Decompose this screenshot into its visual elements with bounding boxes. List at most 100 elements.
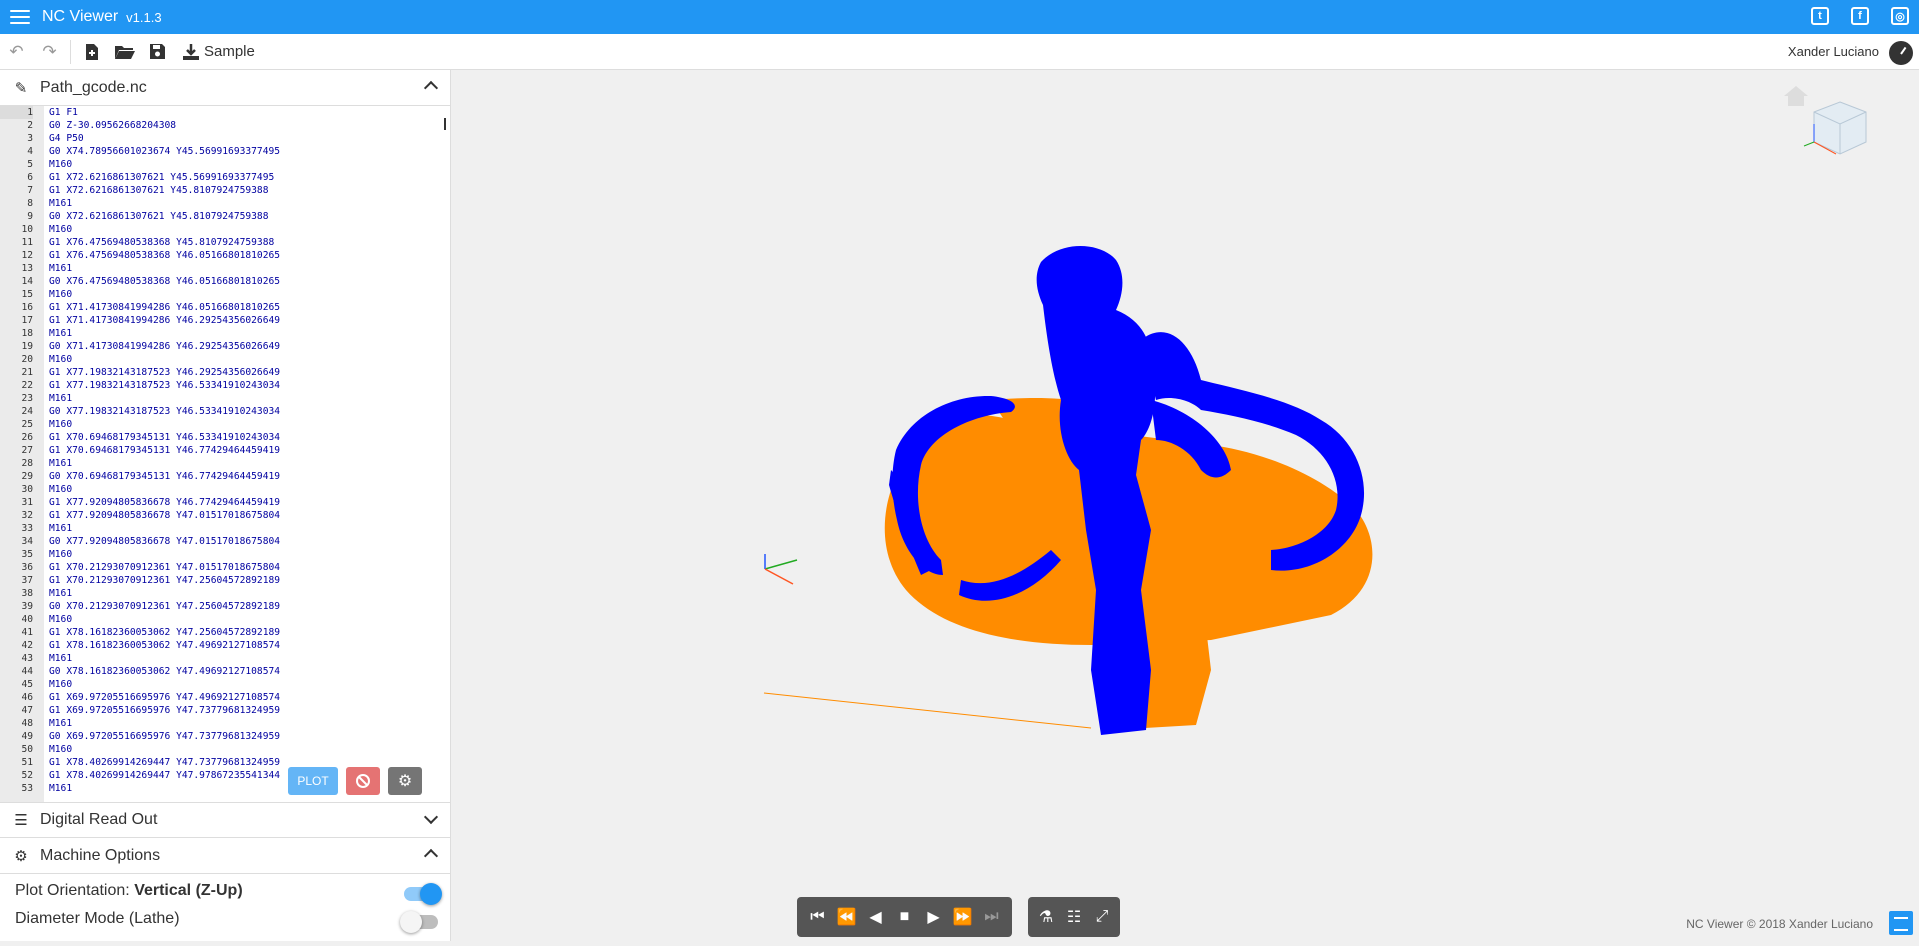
code-line[interactable]: 39 G0 X70.21293070912361 Y47.256045728921…	[0, 600, 450, 613]
code-line[interactable]: 53 M161	[0, 782, 450, 795]
code-line[interactable]: 21 G1 X77.19832143187523 Y46.292543560266…	[0, 366, 450, 379]
step-forward-icon[interactable]: ⏩	[950, 907, 976, 927]
code-line[interactable]: 32 G1 X77.92094805836678 Y47.015170186758…	[0, 509, 450, 522]
code-line[interactable]: 9 G0 X72.6216861307621 Y45.8107924759388	[0, 210, 450, 223]
code-line[interactable]: 15 M160	[0, 288, 450, 301]
code-line[interactable]: 45 M160	[0, 678, 450, 691]
fullscreen-icon[interactable]: ⤢	[1089, 908, 1115, 926]
code-text: M160	[49, 224, 73, 235]
code-line[interactable]: 22 G1 X77.19832143187523 Y46.533419102430…	[0, 379, 450, 392]
code-line[interactable]: 37 G1 X70.21293070912361 Y47.256045728921…	[0, 574, 450, 587]
stop-icon[interactable]: ■	[892, 908, 918, 926]
chevron-up-icon[interactable]	[424, 847, 436, 859]
code-line[interactable]: 28 M161	[0, 457, 450, 470]
twitter-icon[interactable]: t	[1811, 7, 1829, 25]
reverse-play-icon[interactable]: ◀	[863, 907, 889, 927]
line-number: 17	[21, 315, 33, 326]
code-line[interactable]: 19 G0 X71.41730841994286 Y46.292543560266…	[0, 340, 450, 353]
code-line[interactable]: 43 M161	[0, 652, 450, 665]
skip-to-start-icon[interactable]: ⏮	[805, 908, 831, 926]
view-cube[interactable]	[1800, 94, 1880, 174]
machine-options-header[interactable]: ⚙ Machine Options	[0, 838, 450, 874]
code-line[interactable]: 16 G1 X71.41730841994286 Y46.051668018102…	[0, 301, 450, 314]
chevron-up-icon[interactable]	[424, 79, 436, 91]
code-line[interactable]: 18 M161	[0, 327, 450, 340]
instagram-icon[interactable]: ◎	[1891, 7, 1909, 25]
user-name[interactable]: Xander Luciano	[1788, 44, 1879, 59]
redo-icon[interactable]: ↷	[33, 34, 66, 70]
code-editor[interactable]: 1 G1 F1 2 G0 Z-30.09562668204308 3 G4 P50 4 G0 …	[0, 106, 450, 802]
code-line[interactable]: 44 G0 X78.16182360053062 Y47.496921271085…	[0, 665, 450, 678]
plot-button[interactable]: PLOT	[288, 767, 338, 795]
code-line[interactable]: 30 M160	[0, 483, 450, 496]
scrollbar[interactable]	[444, 118, 446, 130]
code-line[interactable]: 40 M160	[0, 613, 450, 626]
app-header: NC Viewer v1.1.3 t f ◎	[0, 0, 1919, 34]
new-file-icon[interactable]	[75, 34, 108, 70]
code-line[interactable]: 25 M160	[0, 418, 450, 431]
clear-button[interactable]	[346, 767, 380, 795]
sliders-icon[interactable]: ☷	[1061, 907, 1087, 927]
code-line[interactable]: 36 G1 X70.21293070912361 Y47.015170186758…	[0, 561, 450, 574]
code-line[interactable]: 38 M161	[0, 587, 450, 600]
code-line[interactable]: 27 G1 X70.69468179345131 Y46.774294644594…	[0, 444, 450, 457]
line-number: 7	[27, 185, 33, 196]
flask-icon[interactable]: ⚗	[1033, 907, 1059, 927]
code-line[interactable]: 49 G0 X69.97205516695976 Y47.737796813249…	[0, 730, 450, 743]
corner-menu-icon[interactable]	[1889, 911, 1913, 935]
undo-icon[interactable]: ↶	[0, 34, 33, 70]
code-line[interactable]: 2 G0 Z-30.09562668204308	[0, 119, 450, 132]
code-line[interactable]: 35 M160	[0, 548, 450, 561]
code-line[interactable]: 10 M160	[0, 223, 450, 236]
code-line[interactable]: 33 M161	[0, 522, 450, 535]
skip-to-end-icon[interactable]: ⏭	[979, 908, 1005, 926]
code-line[interactable]: 48 M161	[0, 717, 450, 730]
chevron-down-icon[interactable]	[424, 812, 436, 824]
code-line[interactable]: 23 M161	[0, 392, 450, 405]
code-line[interactable]: 29 G0 X70.69468179345131 Y46.774294644594…	[0, 470, 450, 483]
code-line[interactable]: 17 G1 X71.41730841994286 Y46.292543560266…	[0, 314, 450, 327]
code-line[interactable]: 52 G1 X78.40269914269447 Y47.978672355413…	[0, 769, 450, 782]
line-number: 24	[21, 406, 33, 417]
code-line[interactable]: 24 G0 X77.19832143187523 Y46.533419102430…	[0, 405, 450, 418]
code-line[interactable]: 3 G4 P50	[0, 132, 450, 145]
code-line[interactable]: 20 M160	[0, 353, 450, 366]
sample-button[interactable]: Sample	[174, 43, 263, 61]
code-line[interactable]: 51 G1 X78.40269914269447 Y47.737796813249…	[0, 756, 450, 769]
code-line[interactable]: 50 M160	[0, 743, 450, 756]
code-line[interactable]: 7 G1 X72.6216861307621 Y45.8107924759388	[0, 184, 450, 197]
line-number: 9	[27, 211, 33, 222]
code-line[interactable]: 42 G1 X78.16182360053062 Y47.496921271085…	[0, 639, 450, 652]
code-line[interactable]: 11 G1 X76.47569480538368 Y45.810792475938…	[0, 236, 450, 249]
code-line[interactable]: 34 G0 X77.92094805836678 Y47.015170186758…	[0, 535, 450, 548]
code-line[interactable]: 5 M160	[0, 158, 450, 171]
code-line[interactable]: 41 G1 X78.16182360053062 Y47.256045728921…	[0, 626, 450, 639]
plot-orientation-toggle[interactable]	[404, 883, 442, 905]
file-panel-header[interactable]: ✎ Path_gcode.nc	[0, 70, 450, 106]
code-line[interactable]: 14 G0 X76.47569480538368 Y46.051668018102…	[0, 275, 450, 288]
open-folder-icon[interactable]	[108, 34, 141, 70]
save-icon[interactable]	[141, 34, 174, 70]
code-line[interactable]: 46 G1 X69.97205516695976 Y47.496921271085…	[0, 691, 450, 704]
code-line[interactable]: 6 G1 X72.6216861307621 Y45.56991693377495	[0, 171, 450, 184]
code-line[interactable]: 26 G1 X70.69468179345131 Y46.533419102430…	[0, 431, 450, 444]
code-line[interactable]: 1 G1 F1	[0, 106, 450, 119]
diameter-mode-toggle[interactable]	[400, 911, 438, 933]
speedometer-icon[interactable]	[1889, 41, 1913, 65]
dro-panel-header[interactable]: ☰ Digital Read Out	[0, 802, 450, 838]
code-line[interactable]: 13 M161	[0, 262, 450, 275]
download-icon	[183, 43, 199, 60]
hamburger-menu-icon[interactable]	[10, 10, 30, 24]
play-icon[interactable]: ▶	[921, 907, 947, 927]
code-line[interactable]: 47 G1 X69.97205516695976 Y47.737796813249…	[0, 704, 450, 717]
code-line[interactable]: 4 G0 X74.78956601023674 Y45.5699169337749…	[0, 145, 450, 158]
3d-viewport[interactable]	[451, 70, 1919, 941]
settings-button[interactable]: ⚙	[388, 767, 422, 795]
step-back-icon[interactable]: ⏪	[834, 907, 860, 927]
code-line[interactable]: 8 M161	[0, 197, 450, 210]
code-line[interactable]: 12 G1 X76.47569480538368 Y46.051668018102…	[0, 249, 450, 262]
code-line[interactable]: 31 G1 X77.92094805836678 Y46.774294644594…	[0, 496, 450, 509]
code-text: M160	[49, 484, 73, 495]
facebook-icon[interactable]: f	[1851, 7, 1869, 25]
app-title: NC Viewer	[42, 8, 119, 25]
